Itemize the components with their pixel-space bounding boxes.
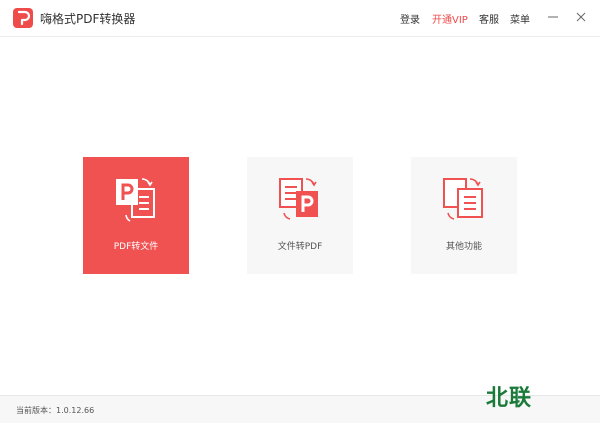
customer-service-link[interactable]: 客服 bbox=[479, 11, 499, 26]
minimize-icon[interactable] bbox=[545, 9, 561, 25]
main-area: PDF转文件 文件转PDF 其他功能 bbox=[0, 37, 600, 395]
file-to-pdf-icon bbox=[279, 178, 318, 220]
menu-link[interactable]: 菜单 bbox=[510, 11, 530, 26]
login-link[interactable]: 登录 bbox=[400, 11, 420, 26]
other-functions-card[interactable]: 其他功能 bbox=[411, 157, 517, 274]
pdf-to-file-icon bbox=[116, 178, 155, 222]
close-icon[interactable] bbox=[573, 9, 589, 25]
other-functions-icon bbox=[443, 178, 483, 220]
watermark-text: 北联 bbox=[486, 386, 533, 411]
app-title: 嗨格式PDF转换器 bbox=[40, 12, 136, 26]
version-text: 当前版本：1.0.12.66 bbox=[16, 406, 95, 415]
title-bar: 嗨格式PDF转换器 登录 开通VIP 客服 菜单 bbox=[0, 0, 600, 37]
other-functions-label: 其他功能 bbox=[445, 242, 482, 252]
vip-link[interactable]: 开通VIP bbox=[432, 11, 468, 26]
pdf-to-file-label: PDF转文件 bbox=[113, 242, 159, 252]
app-logo-icon bbox=[13, 8, 33, 28]
file-to-pdf-card[interactable]: 文件转PDF bbox=[247, 157, 353, 274]
file-to-pdf-label: 文件转PDF bbox=[277, 242, 323, 252]
pdf-to-file-card[interactable]: PDF转文件 bbox=[83, 157, 189, 274]
